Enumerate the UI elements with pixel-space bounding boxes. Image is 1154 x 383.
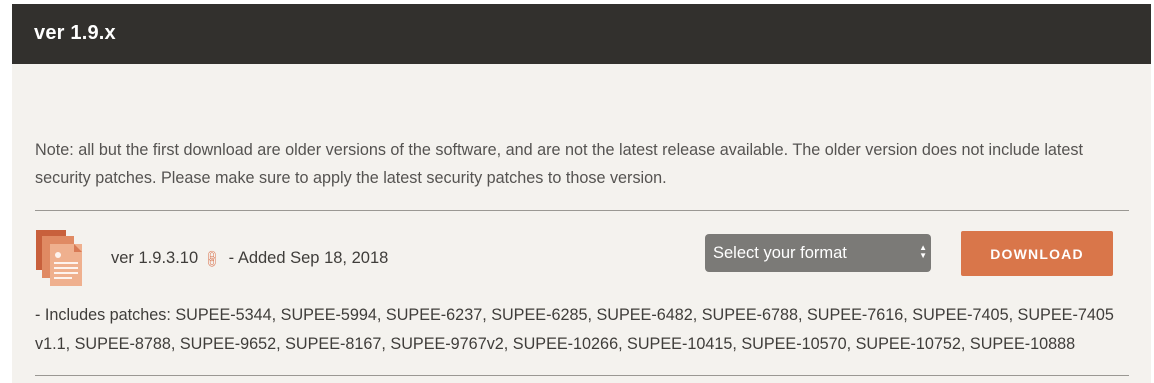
patches-text: - Includes patches: SUPEE-5344, SUPEE-59… — [35, 306, 1114, 353]
select-arrows-icon: ▲ ▼ — [919, 243, 927, 260]
download-button[interactable]: DOWNLOAD — [961, 231, 1113, 276]
version-header: ver 1.9.x — [12, 4, 1151, 64]
version-panel: ver 1.9.x Note: all but the first downlo… — [12, 4, 1151, 383]
divider-bottom — [35, 375, 1129, 376]
release-date: - Added Sep 18, 2018 — [228, 249, 389, 267]
link-icon[interactable]: 🔗︎ — [201, 248, 224, 271]
release-version: ver 1.9.3.10 — [111, 249, 199, 267]
divider-top — [35, 210, 1129, 211]
release-line: ver 1.9.3.10 🔗︎ - Added Sep 18, 2018 — [111, 248, 389, 271]
format-select-value: Select your format — [713, 244, 847, 262]
document-stack-icon — [36, 230, 82, 286]
note-text: Note: all but the first download are old… — [35, 141, 1084, 187]
version-title: ver 1.9.x — [34, 22, 116, 44]
format-select[interactable]: Select your format ▲ ▼ — [705, 234, 931, 272]
